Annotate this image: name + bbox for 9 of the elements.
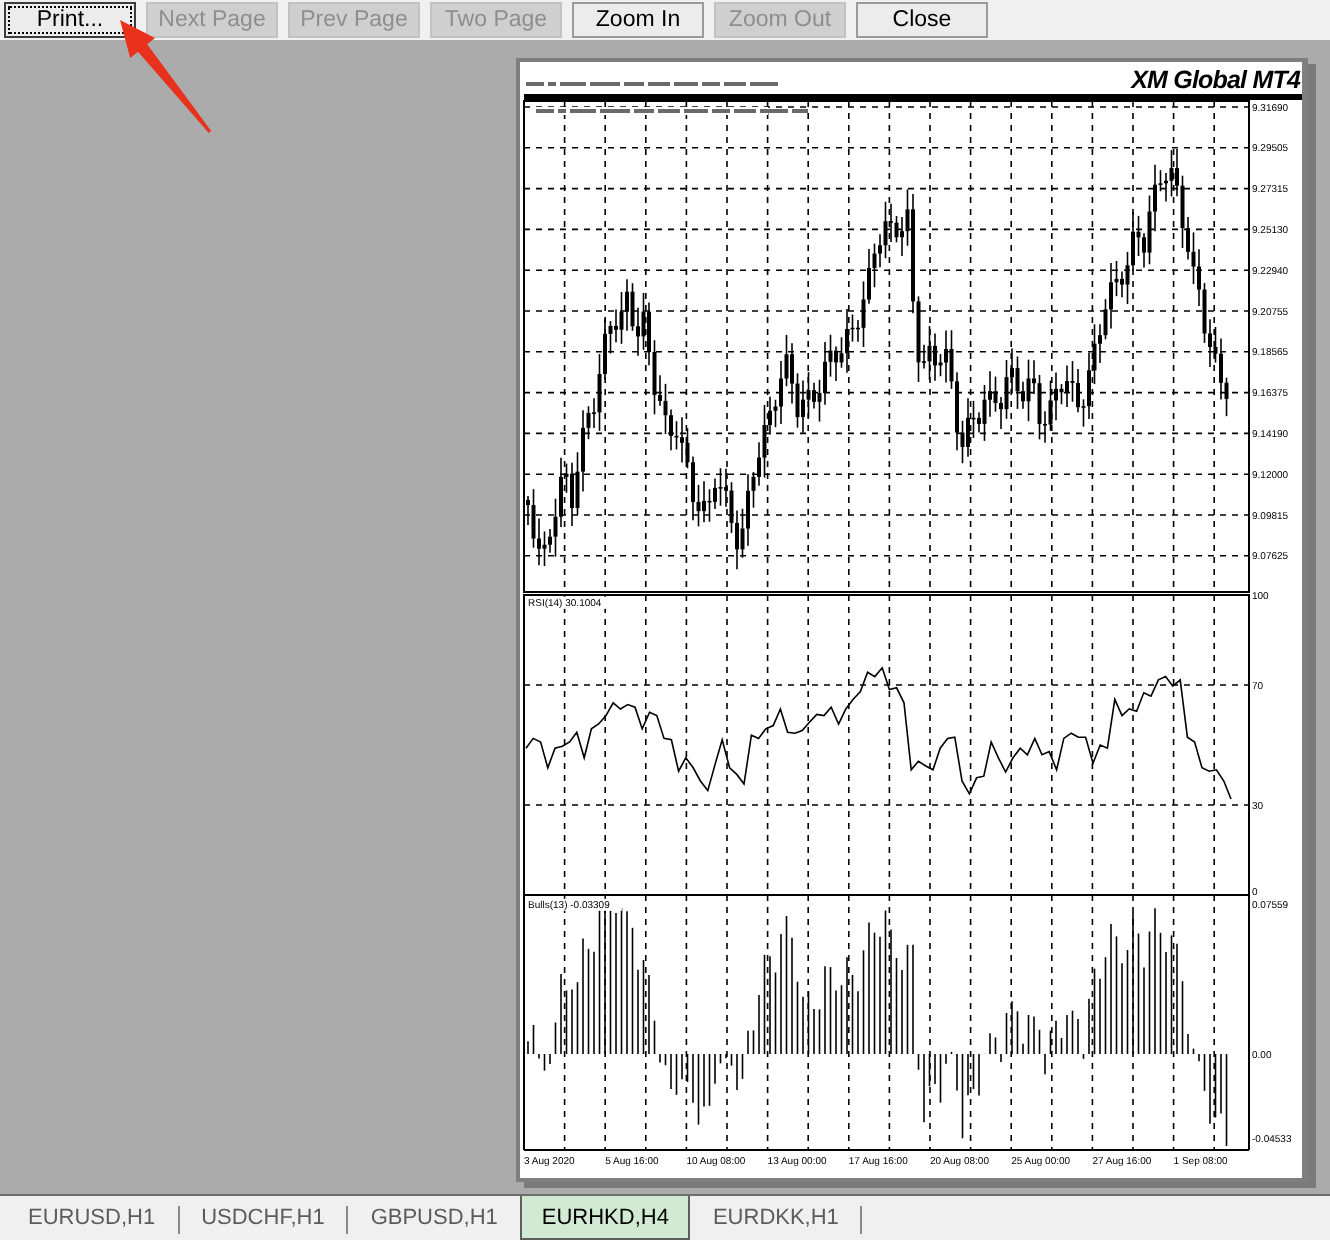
toolbar-button[interactable]: Close — [856, 2, 988, 38]
chart-tab[interactable]: EURDKK,H1 — [690, 1196, 861, 1240]
chart-tab[interactable]: EURHKD,H4 — [519, 1196, 691, 1240]
chart-tab[interactable]: USDCHF,H1 — [179, 1196, 347, 1240]
chart-tab[interactable]: GBPUSD,H1 — [348, 1196, 520, 1240]
page-title: XM Global MT4 — [1131, 68, 1300, 94]
toolbar-button[interactable]: Print... — [4, 2, 136, 38]
toolbar-button[interactable]: Zoom In — [572, 2, 704, 38]
chart-tab[interactable]: EURUSD,H1 — [6, 1196, 178, 1240]
